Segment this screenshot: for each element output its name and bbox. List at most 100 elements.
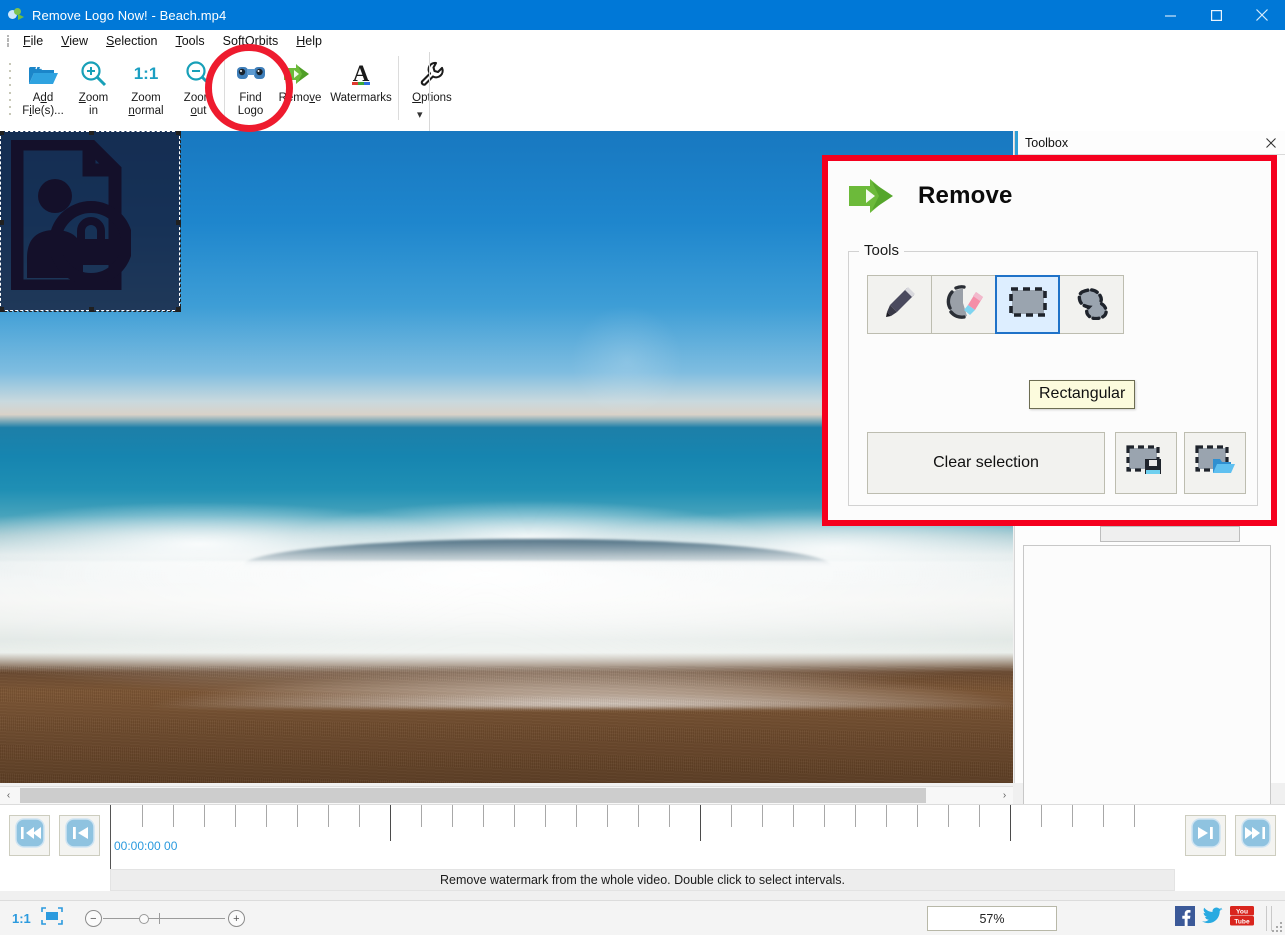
toolbar-grip-icon: [6, 58, 14, 120]
main-toolbar: Add File(s)... Zoom in 1:1 Zoom normal Z…: [0, 52, 1285, 131]
timeline-ruler[interactable]: 00:00:00 00: [110, 805, 1180, 870]
remove-label: Remove: [278, 92, 322, 104]
green-arrow-icon: [282, 58, 318, 90]
close-button[interactable]: [1239, 0, 1285, 30]
marker-tool-button[interactable]: [867, 275, 932, 334]
application-window: Remove Logo Now! - Beach.mp4 FFileile Vi…: [0, 0, 1285, 935]
status-right-spacer: [1175, 869, 1285, 891]
status-row: Remove watermark from the whole video. D…: [0, 869, 1285, 891]
toolbar-separator: [224, 56, 225, 120]
zoom-percent-field[interactable]: 57%: [927, 906, 1057, 931]
maximize-button[interactable]: [1193, 0, 1239, 30]
zoom-out-stepper[interactable]: −: [84, 910, 102, 927]
options-button[interactable]: Options: [403, 52, 461, 128]
canvas-horizontal-scrollbar[interactable]: ‹ ›: [0, 786, 1013, 804]
load-selection-icon: [1194, 443, 1236, 484]
save-selection-icon: [1125, 443, 1167, 484]
video-timeline[interactable]: 00:00:00 00: [0, 804, 1285, 870]
eraser-tool-button[interactable]: [931, 275, 996, 334]
next-frame-button[interactable]: [1185, 815, 1226, 856]
zoom-in-icon: [79, 58, 109, 90]
zoom-in-stepper[interactable]: +: [227, 910, 245, 927]
tools-group: Tools Rectangular Clear selection: [848, 242, 1258, 506]
statusbar-divider: [1266, 906, 1267, 931]
menu-item-tools[interactable]: Tools: [166, 32, 213, 50]
add-files-label: Add File(s)...: [22, 92, 64, 117]
menu-item-help[interactable]: Help: [287, 32, 331, 50]
open-folder-icon: [27, 58, 59, 90]
watermark-selection-region[interactable]: [0, 131, 181, 312]
scrollbar-thumb[interactable]: [20, 788, 926, 803]
find-logo-button[interactable]: Find Logo: [229, 52, 272, 128]
binoculars-icon: [235, 58, 267, 90]
menu-item-view[interactable]: View: [52, 32, 97, 50]
social-links: You Tube: [1175, 905, 1255, 932]
load-selection-button[interactable]: [1184, 432, 1246, 494]
go-to-end-button[interactable]: [1235, 815, 1276, 856]
selection-handle[interactable]: [176, 131, 181, 135]
tools-row: [867, 275, 1124, 334]
scroll-left-icon[interactable]: ‹: [0, 787, 17, 804]
add-files-button[interactable]: Add File(s)...: [14, 52, 72, 128]
zoom-normal-button[interactable]: 1:1 Zoom normal: [115, 52, 177, 128]
wrench-icon: [418, 58, 446, 90]
scroll-right-icon[interactable]: ›: [996, 787, 1013, 804]
selection-handle[interactable]: [176, 307, 181, 312]
selection-handle[interactable]: [0, 131, 4, 135]
menu-item-softorbits[interactable]: SoftOrbits: [214, 32, 288, 50]
toolbar-separator-2: [398, 56, 399, 120]
status-hint-text: Remove watermark from the whole video. D…: [110, 869, 1175, 891]
zoom-slider-midmark: [158, 913, 160, 924]
zoom-ratio-label: 1:1: [12, 910, 31, 926]
previous-frame-icon: [64, 818, 95, 853]
zoom-in-label: Zoom in: [78, 92, 109, 117]
watermarks-label: Watermarks: [330, 92, 392, 104]
document-lock-watermark-icon: [11, 140, 131, 290]
lasso-tool-button[interactable]: [1059, 275, 1124, 334]
lasso-selection-icon: [1071, 284, 1113, 325]
rectangular-tool-button[interactable]: [995, 275, 1060, 334]
text-watermark-icon: A: [346, 58, 376, 90]
zoom-slider-track: [102, 918, 225, 919]
window-title: Remove Logo Now! - Beach.mp4: [32, 7, 227, 23]
remove-watermarks-button[interactable]: Remove: [272, 52, 328, 128]
selection-handle[interactable]: [89, 131, 94, 135]
rewind-to-start-icon: [14, 818, 45, 853]
sand-texture: [0, 665, 1013, 783]
go-to-start-button[interactable]: [9, 815, 50, 856]
selection-handle[interactable]: [0, 307, 4, 312]
resize-grip-icon[interactable]: [1270, 920, 1282, 932]
rectangular-tooltip: Rectangular: [1029, 380, 1136, 409]
zoom-out-label: Zoom out: [183, 92, 214, 117]
fit-to-screen-icon[interactable]: [40, 906, 63, 930]
zoom-in-button[interactable]: Zoom in: [72, 52, 115, 128]
rectangular-selection-icon: [1007, 285, 1049, 324]
save-selection-button[interactable]: [1115, 432, 1177, 494]
facebook-icon[interactable]: [1175, 906, 1195, 931]
panel-inner-field[interactable]: [1100, 526, 1240, 542]
menu-item-file[interactable]: FFileile: [14, 32, 52, 50]
zoom-slider[interactable]: − +: [84, 907, 245, 929]
window-controls: [1147, 0, 1285, 30]
twitter-icon[interactable]: [1202, 907, 1223, 930]
previous-frame-button[interactable]: [59, 815, 100, 856]
bottom-status-bar: 1:1 − + 57% You Tube: [0, 900, 1285, 935]
selection-handle[interactable]: [176, 220, 181, 225]
toolbox-window: Remove Tools Rectangular Clear selection: [822, 155, 1277, 526]
scrollbar-track[interactable]: [17, 787, 996, 804]
clear-selection-button[interactable]: Clear selection: [867, 432, 1105, 494]
selection-handle[interactable]: [0, 220, 4, 225]
minimize-button[interactable]: [1147, 0, 1193, 30]
one-to-one-icon: 1:1: [133, 64, 159, 83]
watermarks-button[interactable]: A Watermarks: [328, 52, 394, 128]
toolbox-heading: Remove: [918, 182, 1013, 209]
menu-item-selection[interactable]: Selection: [97, 32, 166, 50]
zoom-out-button[interactable]: Zoom out: [177, 52, 220, 128]
youtube-icon[interactable]: You Tube: [1230, 906, 1254, 931]
toolbar-overflow-button[interactable]: ▾: [417, 108, 423, 121]
selection-handle[interactable]: [89, 307, 94, 312]
toolbox-panel-close-icon[interactable]: [1262, 134, 1280, 152]
zoom-slider-thumb[interactable]: [138, 914, 149, 924]
panel-content-area: [1023, 545, 1271, 810]
panel-accent-bar: [1015, 131, 1018, 155]
